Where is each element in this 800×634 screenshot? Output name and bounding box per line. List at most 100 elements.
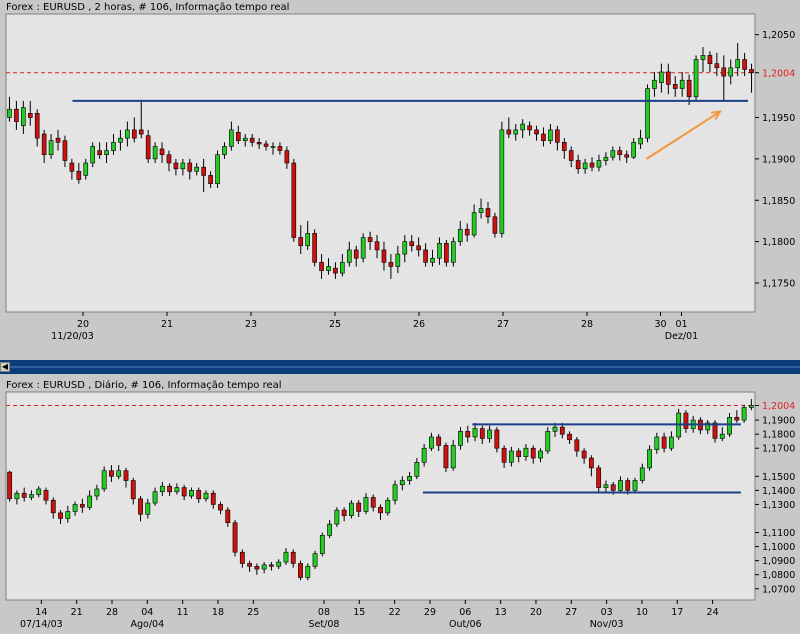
candle-up xyxy=(312,553,318,567)
candle-up xyxy=(152,491,158,504)
candle-down xyxy=(50,499,56,514)
candle-up xyxy=(457,228,463,242)
candle-down xyxy=(464,228,470,236)
candle-down xyxy=(443,445,449,469)
candle-down xyxy=(62,140,68,161)
candle-down xyxy=(721,67,727,77)
candle-up xyxy=(631,142,636,158)
candle-up xyxy=(305,233,310,247)
price-label: 1,0800 xyxy=(762,570,795,581)
candle-down xyxy=(236,132,241,141)
candle-up xyxy=(414,461,420,477)
candle-up xyxy=(472,428,478,438)
day-label: 23 xyxy=(245,319,257,330)
candle-down xyxy=(79,504,85,508)
candle-down xyxy=(444,242,449,263)
candle-down xyxy=(208,175,213,184)
candle-up xyxy=(72,504,78,512)
candle-down xyxy=(173,162,179,170)
candle-down xyxy=(665,71,671,85)
candle-down xyxy=(388,262,394,267)
candle-down xyxy=(575,160,581,170)
candle-down xyxy=(374,241,380,251)
candle-up xyxy=(645,88,650,139)
day-label: 25 xyxy=(247,607,259,618)
candle-down xyxy=(131,129,137,139)
candle-up xyxy=(727,416,732,435)
candle-up xyxy=(180,162,186,170)
candle-up xyxy=(582,162,588,170)
candle-up xyxy=(538,450,543,459)
candle-up xyxy=(430,257,435,263)
candle-down xyxy=(568,150,574,161)
candle-down xyxy=(574,439,580,452)
candle-up xyxy=(360,237,366,259)
candle-up xyxy=(242,137,248,141)
candle-up xyxy=(596,160,602,168)
day-label: 20 xyxy=(530,607,542,618)
candle-down xyxy=(249,137,255,143)
candle-down xyxy=(742,59,747,70)
candle-up xyxy=(340,262,345,274)
candle-up xyxy=(363,497,369,512)
price-label: 1,1900 xyxy=(762,416,795,427)
candle-down xyxy=(196,490,202,500)
day-label: 04 xyxy=(141,607,153,618)
candle-down xyxy=(506,129,512,135)
day-label: 21 xyxy=(161,319,173,330)
candle-up xyxy=(334,509,340,525)
candle-up xyxy=(229,129,234,147)
candle-up xyxy=(65,511,71,519)
candle-up xyxy=(548,129,553,141)
bottom-chart-svg: 1,2004 1,1900 1,1800 1,1700 1,1500 1,1400 1,13… xyxy=(5,391,795,630)
candle-up xyxy=(145,502,151,515)
candle-down xyxy=(686,79,692,98)
candle-up xyxy=(741,407,747,421)
candle-down xyxy=(218,504,223,511)
candle-up xyxy=(402,241,408,255)
candle-down xyxy=(436,436,442,446)
price-label: 1,1300 xyxy=(762,500,795,511)
candle-up xyxy=(276,561,282,567)
candle-up xyxy=(487,429,492,439)
candle-down xyxy=(291,162,297,238)
candle-down xyxy=(298,237,304,247)
candle-up xyxy=(326,266,331,271)
candle-up xyxy=(471,212,477,236)
panel-divider[interactable]: ◀ xyxy=(0,356,800,378)
plot-area xyxy=(5,391,756,601)
candle-down xyxy=(423,249,428,263)
date-label: Out/06 xyxy=(449,619,482,630)
candle-up xyxy=(305,565,311,578)
candle-up xyxy=(21,107,26,127)
candle-up xyxy=(101,470,107,490)
candle-down xyxy=(356,502,362,512)
candle-up xyxy=(319,535,325,554)
candle-down xyxy=(312,233,317,263)
candle-up xyxy=(87,495,93,508)
candle-down xyxy=(277,146,283,151)
scroll-left-button[interactable]: ◀ xyxy=(0,362,10,372)
candle-down xyxy=(530,447,536,459)
candle-down xyxy=(201,166,206,176)
candle-up xyxy=(638,137,643,145)
candle-down xyxy=(55,137,61,143)
candle-down xyxy=(516,450,522,457)
candle-up xyxy=(346,249,352,263)
candle-up xyxy=(428,436,434,449)
candle-up xyxy=(458,431,463,446)
candle-down xyxy=(232,522,238,553)
day-label: 29 xyxy=(424,607,436,618)
candle-down xyxy=(225,509,231,524)
candle-up xyxy=(215,154,220,184)
candle-down xyxy=(610,484,616,491)
price-label: 1,2004 xyxy=(762,68,795,79)
price-label: 1,1800 xyxy=(762,430,795,441)
candle-down xyxy=(7,471,13,500)
day-label: 15 xyxy=(353,607,365,618)
candle-up xyxy=(748,405,754,408)
candle-up xyxy=(203,492,209,500)
candle-up xyxy=(513,129,519,135)
candle-up xyxy=(668,436,674,449)
candle-up xyxy=(111,142,116,151)
